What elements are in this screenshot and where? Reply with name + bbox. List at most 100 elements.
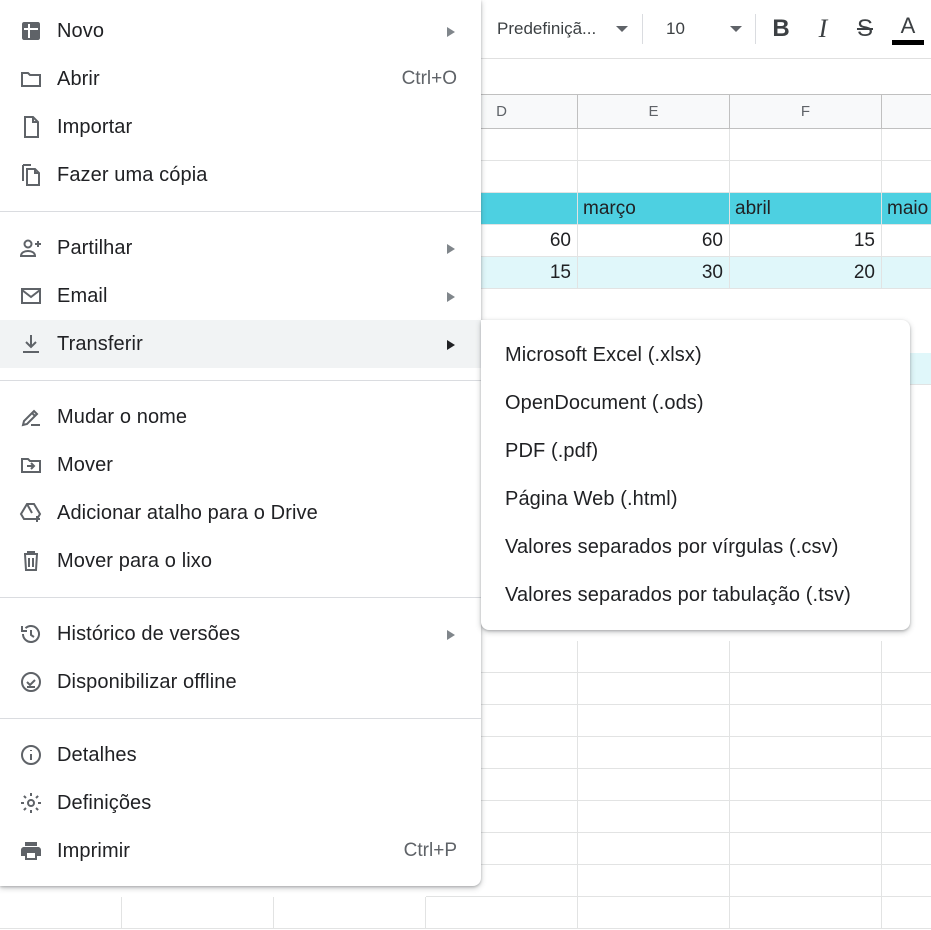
download-html[interactable]: Página Web (.html): [481, 475, 910, 523]
cell[interactable]: [882, 225, 931, 257]
menu-item-settings[interactable]: Definições: [0, 779, 481, 827]
cell[interactable]: [882, 833, 931, 865]
download-ods[interactable]: OpenDocument (.ods): [481, 379, 910, 427]
chevron-down-icon: [616, 26, 628, 32]
download-xlsx[interactable]: Microsoft Excel (.xlsx): [481, 331, 910, 379]
menu-item-offline[interactable]: Disponibilizar offline: [0, 658, 481, 706]
cell[interactable]: [578, 641, 730, 673]
font-size-select[interactable]: 10: [660, 14, 748, 44]
file-icon: [18, 115, 44, 139]
cell[interactable]: [730, 737, 882, 769]
cell[interactable]: [882, 705, 931, 737]
cell[interactable]: [882, 737, 931, 769]
menu-item-shortcut: Ctrl+P: [403, 840, 457, 861]
cell[interactable]: [578, 161, 730, 193]
menu-item-add-shortcut[interactable]: Adicionar atalho para o Drive: [0, 489, 481, 537]
cell[interactable]: 60: [578, 225, 730, 257]
new-sheet-icon: [18, 19, 44, 43]
cell[interactable]: [730, 161, 882, 193]
cell[interactable]: [426, 897, 578, 929]
cell[interactable]: [730, 801, 882, 833]
menu-item-move[interactable]: Mover: [0, 441, 481, 489]
cell[interactable]: [730, 897, 882, 929]
cell[interactable]: [578, 769, 730, 801]
menu-item-download[interactable]: Transferir: [0, 320, 481, 368]
cell[interactable]: [882, 865, 931, 897]
strikethrough-button[interactable]: S: [848, 12, 882, 46]
bold-button[interactable]: B: [764, 12, 798, 46]
menu-item-open[interactable]: Abrir Ctrl+O: [0, 55, 481, 103]
menu-item-label: Transferir: [57, 332, 143, 355]
cell[interactable]: [578, 737, 730, 769]
cell-header[interactable]: março: [578, 193, 730, 225]
info-icon: [18, 743, 44, 767]
download-tsv[interactable]: Valores separados por tabulação (.tsv): [481, 571, 910, 619]
column-label: F: [800, 103, 811, 120]
cell[interactable]: [882, 641, 931, 673]
menu-item-details[interactable]: Detalhes: [0, 731, 481, 779]
download-csv[interactable]: Valores separados por vírgulas (.csv): [481, 523, 910, 571]
folder-icon: [18, 67, 44, 91]
column-header-f[interactable]: F: [730, 95, 882, 129]
cell-header[interactable]: abril: [730, 193, 882, 225]
download-pdf[interactable]: PDF (.pdf): [481, 427, 910, 475]
cell[interactable]: 30: [578, 257, 730, 289]
cell[interactable]: [578, 833, 730, 865]
cell[interactable]: [730, 769, 882, 801]
rename-icon: [18, 405, 44, 429]
column-header-e[interactable]: E: [578, 95, 730, 129]
cell[interactable]: [274, 897, 426, 929]
menu-item-label: Mover para o lixo: [57, 549, 213, 572]
toolbar-divider: [755, 14, 756, 44]
menu-item-make-copy[interactable]: Fazer uma cópia: [0, 151, 481, 199]
menu-item-version-history[interactable]: Histórico de versões: [0, 610, 481, 658]
cell[interactable]: [730, 641, 882, 673]
cell[interactable]: [882, 769, 931, 801]
menu-item-print[interactable]: Imprimir Ctrl+P: [0, 827, 481, 875]
menu-item-label: Mover: [57, 453, 114, 476]
menu-item-new[interactable]: Novo: [0, 7, 481, 55]
cell-header[interactable]: maio: [882, 193, 931, 225]
menu-item-email[interactable]: Email: [0, 272, 481, 320]
cell[interactable]: [0, 897, 122, 929]
column-header-g[interactable]: [882, 95, 931, 129]
menu-item-label: Detalhes: [57, 743, 137, 766]
text-color-button[interactable]: A: [891, 12, 925, 46]
menu-item-label: Definições: [57, 791, 152, 814]
cell[interactable]: [882, 161, 931, 193]
cell[interactable]: [578, 673, 730, 705]
cell[interactable]: [882, 897, 931, 929]
cell[interactable]: [882, 673, 931, 705]
menu-divider: [0, 380, 481, 381]
cell[interactable]: [730, 865, 882, 897]
cell[interactable]: [882, 257, 931, 289]
cell[interactable]: [578, 705, 730, 737]
cell[interactable]: [882, 801, 931, 833]
cell[interactable]: [882, 129, 931, 161]
menu-item-label: Disponibilizar offline: [57, 670, 237, 693]
font-family-select[interactable]: Predefiniçã...: [488, 14, 638, 44]
download-icon: [18, 332, 44, 356]
menu-item-label: Email: [57, 284, 108, 307]
cell[interactable]: [730, 833, 882, 865]
cell[interactable]: [122, 897, 274, 929]
menu-item-import[interactable]: Importar: [0, 103, 481, 151]
cell[interactable]: [578, 129, 730, 161]
submenu-arrow-icon: [447, 244, 455, 254]
cell[interactable]: 20: [730, 257, 882, 289]
cell[interactable]: [578, 801, 730, 833]
menu-item-rename[interactable]: Mudar o nome: [0, 393, 481, 441]
settings-icon: [18, 791, 44, 815]
menu-item-trash[interactable]: Mover para o lixo: [0, 537, 481, 585]
menu-item-share[interactable]: Partilhar: [0, 224, 481, 272]
cell[interactable]: 15: [730, 225, 882, 257]
cell[interactable]: [578, 865, 730, 897]
offline-icon: [18, 670, 44, 694]
cell[interactable]: [730, 673, 882, 705]
trash-icon: [18, 549, 44, 573]
submenu-arrow-icon: [447, 630, 455, 640]
cell[interactable]: [578, 897, 730, 929]
italic-button[interactable]: I: [806, 12, 840, 46]
cell[interactable]: [730, 705, 882, 737]
cell[interactable]: [730, 129, 882, 161]
